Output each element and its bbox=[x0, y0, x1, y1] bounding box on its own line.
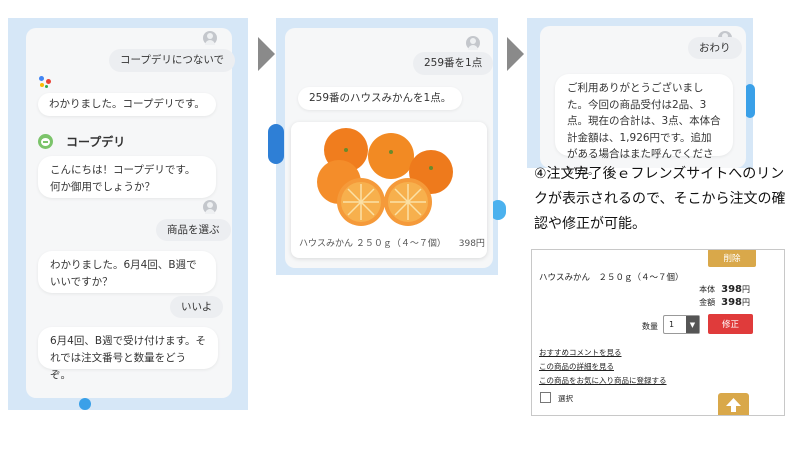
user-avatar-icon bbox=[203, 200, 217, 214]
quantity-label: 数量 bbox=[642, 322, 658, 331]
coop-logo-icon bbox=[38, 134, 53, 149]
price-label: 本体 bbox=[699, 285, 716, 294]
user-message: 商品を選ぶ bbox=[156, 219, 231, 241]
total-unit: 円 bbox=[742, 298, 750, 307]
user-message: 259番を1点 bbox=[413, 52, 494, 75]
price-value: 398 bbox=[721, 284, 742, 295]
product-caption: ハウスみかん ２５０ｇ（４〜７個） 398円 bbox=[299, 236, 485, 249]
price-unit: 円 bbox=[742, 285, 750, 294]
service-name: コープデリ bbox=[66, 135, 126, 149]
total-value: 398 bbox=[721, 297, 742, 308]
product-card[interactable]: ハウスみかん ２５０ｇ（４〜７個） 398円 bbox=[291, 122, 487, 258]
arrow-up-icon bbox=[726, 398, 741, 412]
total-amount: 398円 bbox=[721, 297, 750, 308]
efriends-order-page: 削除 ハウスみかん ２５０ｇ（４〜７個） 本体 398円 金額 398円 数量 … bbox=[531, 249, 785, 416]
order-product-name: ハウスみかん ２５０ｇ（４〜７個） bbox=[539, 273, 684, 283]
user-message: コープデリにつないで bbox=[109, 49, 236, 72]
coop-message: 6月4回、B週で受け付けます。それでは注文番号と数量をどうぞ。 bbox=[38, 327, 218, 381]
decor-dot bbox=[745, 84, 755, 118]
select-checkbox[interactable] bbox=[540, 392, 551, 403]
coop-message: ご利用ありがとうございました。今回の商品受付は2品、3点。現在の合計は、3点、本… bbox=[555, 74, 733, 177]
delete-button[interactable]: 削除 bbox=[708, 250, 756, 267]
chevron-right-icon bbox=[258, 37, 275, 71]
assistant-message: わかりました。コープデリです。 bbox=[38, 93, 216, 116]
user-avatar-icon bbox=[203, 31, 217, 45]
product-name: ハウスみかん ２５０ｇ（４〜７個） bbox=[299, 239, 446, 249]
google-assistant-icon bbox=[38, 75, 52, 89]
quantity-select[interactable]: 1 ▼ bbox=[663, 315, 700, 334]
product-detail-link[interactable]: この商品の詳細を見る bbox=[539, 361, 614, 372]
user-message: いいよ bbox=[170, 296, 224, 318]
user-avatar-icon bbox=[466, 36, 480, 50]
product-price: 398円 bbox=[458, 239, 485, 249]
coop-message: こんにちは！コープデリです。何か御用でしょうか？ bbox=[38, 156, 216, 198]
decor-dot bbox=[79, 398, 91, 410]
user-message: おわり bbox=[688, 37, 742, 59]
total-label: 金額 bbox=[699, 298, 716, 307]
chevron-down-icon: ▼ bbox=[686, 316, 699, 333]
product-image bbox=[317, 128, 453, 226]
scroll-to-top-button[interactable] bbox=[718, 393, 749, 415]
total-row: 金額 398円 bbox=[699, 297, 750, 308]
decor-dot bbox=[268, 124, 284, 164]
price-row: 本体 398円 bbox=[699, 284, 750, 295]
price-amount: 398円 bbox=[721, 284, 750, 295]
coop-message: 259番のハウスみかんを1点。 bbox=[298, 87, 463, 110]
add-favorite-link[interactable]: この商品をお気に入り商品に登録する bbox=[539, 375, 667, 386]
chevron-right-icon bbox=[507, 37, 524, 71]
caption-text: ④注文完了後ｅフレンズサイトへのリンクが表示されるので、そこから注文の確認や修正… bbox=[534, 166, 786, 232]
coop-message: わかりました。6月4回、B週でいいですか？ bbox=[38, 251, 216, 293]
fix-button[interactable]: 修正 bbox=[708, 314, 753, 334]
recommend-comment-link[interactable]: おすすめコメントを見る bbox=[539, 347, 622, 358]
select-label: 選択 bbox=[558, 394, 573, 403]
quantity-value: 1 bbox=[669, 320, 675, 329]
